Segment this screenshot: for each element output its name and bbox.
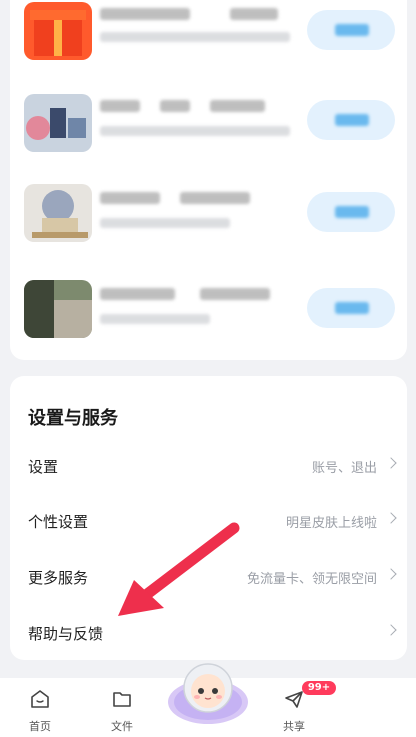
promo-thumbnail [24,94,92,152]
gift-box-image [24,2,92,60]
promo-item[interactable] [10,180,407,250]
tab-share-label: 共享 [283,720,305,733]
menu-item-label: 设置 [28,458,59,476]
tab-home-label: 首页 [29,720,51,733]
tab-files-label: 文件 [111,720,133,733]
promo-item[interactable] [10,2,407,72]
promo-item[interactable] [10,90,407,160]
paper-plane-icon [285,691,303,708]
section-title: 设置与服务 [28,408,118,429]
promo-action-button[interactable] [307,192,395,232]
menu-item-hint: 明星皮肤上线啦 [285,516,377,531]
promo-card [10,0,407,360]
chevron-right-icon [385,568,397,580]
chevron-right-icon [385,457,397,469]
promo-thumbnail [24,280,92,338]
chevron-right-icon [385,624,397,636]
menu-item-settings[interactable]: 设置 账号、退出 [10,446,407,486]
chevron-right-icon [385,512,397,524]
menu-item-label: 个性设置 [28,513,89,531]
promo-thumbnail [24,184,92,242]
menu-item-hint: 账号、退出 [311,461,377,476]
menu-item-hint: 免流量卡、领无限空间 [246,572,377,587]
folder-icon [113,692,131,707]
annotation-arrow-icon [118,522,240,616]
home-icon [31,690,49,708]
promo-action-button[interactable] [307,10,395,50]
mascot-center-button[interactable] [164,654,252,728]
promo-item[interactable] [10,276,407,346]
promo-action-button[interactable] [307,100,395,140]
share-badge: 99+ [302,681,336,695]
tab-files[interactable]: 文件 [92,682,152,734]
menu-item-label: 帮助与反馈 [28,625,104,643]
menu-item-label: 更多服务 [28,569,89,587]
promo-action-button[interactable] [307,288,395,328]
tab-home[interactable]: 首页 [10,682,70,734]
